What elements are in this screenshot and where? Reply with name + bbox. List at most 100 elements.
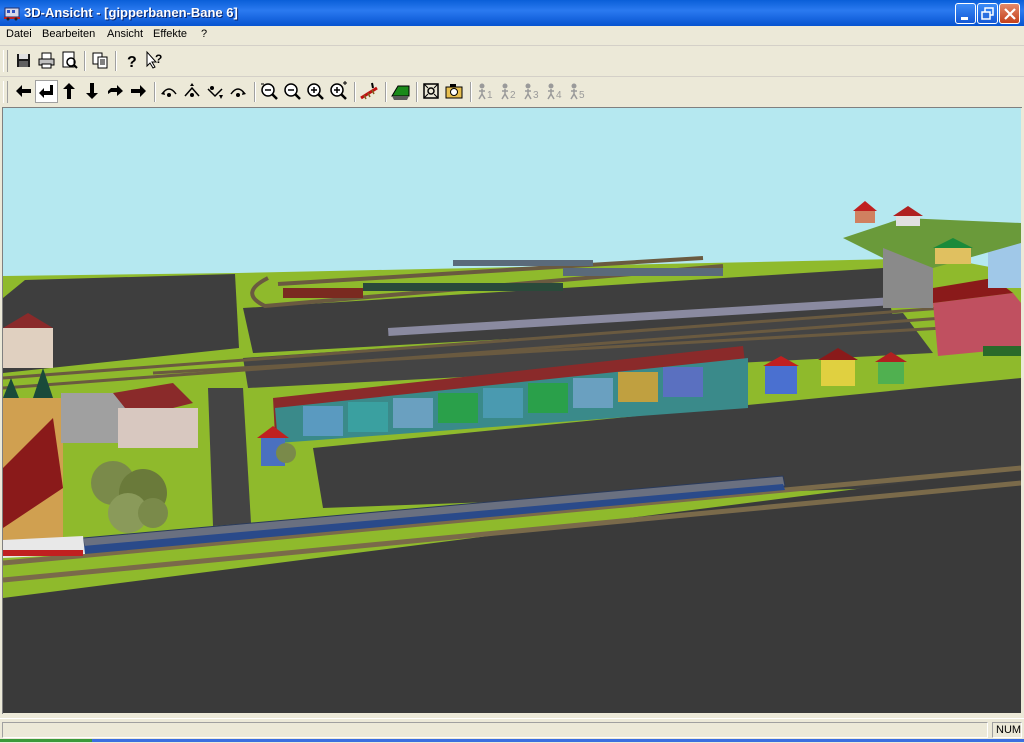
context-help-button[interactable]: ? [143, 49, 166, 72]
print-preview-icon [62, 51, 78, 69]
help-button[interactable]: ? [120, 49, 143, 72]
camera-preset-label: 1 [487, 90, 493, 101]
move-forward-button[interactable] [104, 80, 127, 103]
camera-preset-3-button[interactable]: 3 [520, 80, 543, 103]
move-down-button[interactable] [81, 80, 104, 103]
minimize-icon [961, 17, 968, 20]
camera-preset-icon: 4 [547, 83, 562, 101]
rotate-right-button[interactable] [227, 80, 250, 103]
3d-scene[interactable] [3, 108, 1022, 713]
terrain-button[interactable] [389, 80, 412, 103]
toolbar-grip[interactable] [3, 81, 8, 103]
zoom-minus-button[interactable] [281, 80, 304, 103]
track-icon [360, 82, 378, 100]
zoom-out-button[interactable] [258, 80, 281, 103]
terrain-icon [391, 85, 410, 100]
standard-toolbar: ? ? [0, 46, 176, 76]
fit-view-button[interactable] [420, 80, 443, 103]
menu-help[interactable]: ? [201, 28, 207, 40]
menu-datei[interactable]: Datei [6, 28, 32, 40]
zoom-in-button[interactable] [327, 80, 350, 103]
fit-view-icon [423, 83, 439, 99]
camera-preset-icon: 3 [524, 83, 539, 101]
camera-preset-label: 3 [533, 90, 539, 101]
camera-preset-icon: 2 [501, 83, 516, 101]
camera-button[interactable] [443, 80, 466, 103]
toolbar-separator [385, 82, 387, 102]
toolbar-separator [115, 51, 117, 71]
move-back-button[interactable] [35, 80, 58, 103]
camera-preset-icon: 1 [478, 83, 493, 101]
arrow-back-icon [39, 85, 53, 98]
window-title: 3D-Ansicht - [gipperbanen-Bane 6] [24, 5, 238, 20]
toolbar-separator [354, 82, 356, 102]
menu-effekte[interactable]: Effekte [153, 28, 187, 40]
tilt-down-button[interactable] [204, 80, 227, 103]
toolbar-separator [416, 82, 418, 102]
toolbar-separator [254, 82, 256, 102]
zoom-in-icon [330, 81, 347, 100]
camera-preset-1-button[interactable]: 1 [474, 80, 497, 103]
camera-preset-label: 5 [579, 90, 585, 101]
toolbar-separator [154, 82, 156, 102]
menu-ansicht[interactable]: Ansicht [107, 28, 143, 40]
menu-bearbeiten[interactable]: Bearbeiten [42, 28, 95, 40]
restore-button[interactable] [977, 3, 998, 24]
zoom-plus-button[interactable] [304, 80, 327, 103]
toolbar-grip[interactable] [3, 50, 8, 72]
view-rotate-left-icon [161, 88, 177, 97]
save-button[interactable] [12, 49, 35, 72]
toolbar-separator [470, 82, 472, 102]
upper-train-red [283, 288, 363, 298]
upper-train [453, 260, 593, 266]
camera-preset-label: 4 [556, 90, 562, 101]
copy-icon [92, 52, 108, 69]
upper-train-green [363, 283, 563, 291]
zoom-plus-icon [307, 83, 324, 100]
arrow-forward-icon [108, 85, 123, 96]
num-lock-indicator: NUM [992, 722, 1022, 738]
freight-wagon [983, 346, 1021, 356]
save-icon [17, 54, 30, 67]
arrow-left-icon [16, 85, 31, 97]
print-icon [38, 52, 55, 69]
zoom-out-icon [261, 83, 278, 100]
status-message [2, 722, 988, 738]
print-button[interactable] [35, 49, 58, 72]
upper-train-2 [563, 268, 723, 276]
camera-preset-4-button[interactable]: 4 [543, 80, 566, 103]
camera-preset-icon: 5 [570, 83, 585, 101]
help-icon: ? [127, 54, 137, 71]
title-bar[interactable]: 3D-Ansicht - [gipperbanen-Bane 6] [0, 0, 1024, 26]
arrow-down-icon [86, 83, 98, 99]
copy-button[interactable] [89, 49, 112, 72]
print-preview-button[interactable] [58, 49, 81, 72]
navigation-toolbar: 1 2 3 4 5 [0, 77, 598, 107]
camera-preset-label: 2 [510, 90, 516, 101]
train-app-icon[interactable] [4, 5, 20, 21]
minimize-button[interactable] [955, 3, 976, 24]
zoom-minus-icon [284, 83, 301, 100]
context-help-icon: ? [146, 50, 162, 69]
3d-viewport[interactable] [2, 107, 1022, 714]
close-button[interactable] [999, 3, 1020, 24]
track-button[interactable] [358, 80, 381, 103]
view-rotate-right-icon [230, 88, 246, 97]
view-tilt-up-icon [184, 83, 200, 97]
menu-bar: Datei Bearbeiten Ansicht Effekte ? [0, 26, 1024, 46]
toolbar-separator [84, 51, 86, 71]
svg-text:?: ? [155, 52, 162, 66]
svg-text:?: ? [127, 54, 137, 71]
tilt-up-button[interactable] [181, 80, 204, 103]
restore-icon [981, 7, 994, 20]
view-tilt-down-icon [207, 86, 223, 99]
arrow-up-icon [63, 83, 75, 99]
brick-building [118, 408, 198, 448]
camera-icon [445, 84, 463, 99]
camera-preset-5-button[interactable]: 5 [566, 80, 589, 103]
move-up-button[interactable] [58, 80, 81, 103]
camera-preset-2-button[interactable]: 2 [497, 80, 520, 103]
rotate-left-button[interactable] [158, 80, 181, 103]
move-left-button[interactable] [12, 80, 35, 103]
move-right-button[interactable] [127, 80, 150, 103]
